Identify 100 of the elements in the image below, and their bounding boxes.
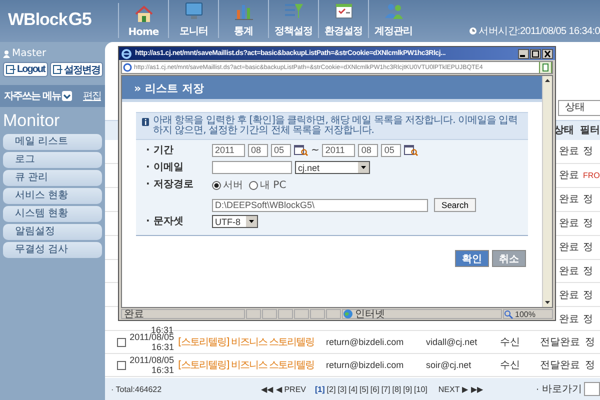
menu-item[interactable]: 무결성 검사 [3, 242, 102, 258]
dialog-heading: » 리스트 저장 [122, 76, 542, 102]
zoom-icon [504, 310, 513, 318]
table-cell-text: 완료 [559, 288, 579, 302]
table-cell-text: 정 [585, 359, 595, 372]
charset-dropdown[interactable]: UTF-8 [212, 215, 258, 228]
server-time: 서버시간:2011/08/05 16:34:0 [478, 25, 600, 38]
browser-icon [121, 48, 132, 59]
page-link[interactable]: [7] [381, 384, 390, 394]
table-cell-text: 완료 [559, 217, 579, 230]
goto-field[interactable] [584, 382, 600, 396]
table-cell-text: 완료 [559, 145, 579, 158]
table-cell-text: 전달완료 [540, 359, 581, 372]
field-label: · 이메일 [145, 161, 184, 175]
table-cell-text: 전달완료 [540, 336, 581, 350]
status-bar-panel [294, 309, 309, 319]
page-link[interactable]: [2] [326, 384, 336, 394]
favorites-label: 자주쓰는 메뉴 [4, 90, 60, 103]
table-cell-text: soir@cj.net [426, 360, 472, 370]
page-link[interactable]: [6] [370, 384, 380, 394]
first-page-link[interactable]: ◀◀ [261, 384, 273, 394]
page-link[interactable]: [4] [348, 384, 358, 394]
last-page-link[interactable]: ▶▶ [470, 384, 483, 394]
settings-button[interactable]: 설정변경 [50, 62, 103, 77]
radio-label: 내 PC [260, 179, 286, 192]
date-field[interactable]: 08 [248, 144, 268, 157]
column-header: 상태 [554, 124, 574, 138]
field-label: · 저장경로 [145, 178, 194, 192]
table-cell-text: 완료 [559, 312, 579, 326]
minimize-icon [518, 48, 529, 58]
field-label: · 문자셋 [145, 215, 184, 229]
table-cell-text: 수신 [500, 336, 521, 350]
scrollbar[interactable] [542, 76, 552, 307]
table-cell-text: 정 [583, 288, 594, 302]
table-cell: FRO [583, 170, 600, 180]
table-cell-text: 정 [583, 241, 594, 254]
table-cell-text: 완료 [559, 193, 579, 206]
zoom-control[interactable]: 100% [503, 309, 553, 319]
date-cell: 2011/08/05 [130, 355, 174, 366]
email-field[interactable] [212, 161, 292, 174]
date-field[interactable]: 08 [358, 144, 378, 157]
date-field[interactable]: 2011 [322, 144, 356, 157]
path-field[interactable]: D:\DEEPSoft\WBlockG5\ [212, 198, 428, 212]
page-link[interactable]: [10] [414, 384, 428, 394]
total-count: · Total:464622 [111, 384, 163, 394]
page-link[interactable]: [9] [403, 384, 412, 394]
calendar-icon [294, 145, 308, 156]
date-field[interactable]: 05 [271, 144, 291, 157]
goto-label: · 바로가기 [536, 383, 582, 396]
domain-dropdown[interactable]: cj.net [295, 161, 370, 174]
status-bar-panel [246, 309, 261, 319]
info-text: 아래 항목을 입력한 후 [확인]을 클릭하면, 해당 메일 목록을 저장합니다. 이메일을 입력하지 않으면, 설정한 기간의 전체 목록을 저장합니다. [153, 116, 519, 136]
status-filter[interactable]: 상태 [558, 100, 600, 116]
table-cell-text: 완료 [559, 169, 579, 182]
door-icon [6, 65, 16, 74]
table-cell-text: 수신 [500, 359, 521, 372]
menu-item[interactable]: 큐 관리 [3, 170, 102, 186]
prev-link[interactable]: ◀ PREV [276, 384, 306, 394]
status-text: 완료 [121, 309, 245, 319]
monitor-icon [182, 0, 204, 22]
door-icon [52, 65, 63, 74]
radio-button[interactable] [249, 180, 258, 190]
table-cell-text: vidall@cj.net [426, 337, 478, 348]
house-icon [132, 3, 154, 25]
date-field[interactable]: 2011 [212, 144, 245, 157]
next-link[interactable]: NEXT ▶ [438, 384, 468, 394]
field-label: · 기간 [145, 144, 174, 158]
menu-item[interactable]: 알림설정 [3, 224, 102, 240]
table-cell-text: 정 [583, 145, 594, 158]
table-cell-text: 정 [583, 264, 594, 278]
time-cell: 16:31 [151, 365, 174, 376]
close-icon [542, 48, 553, 58]
table-cell-text: return@bizdeli.com [326, 360, 405, 370]
range-separator: ~ [311, 145, 320, 156]
menu-item[interactable]: 메일 리스트 [3, 134, 102, 150]
page-link[interactable]: [5] [360, 384, 368, 394]
zone-label: 인터넷 [355, 310, 385, 318]
menu-item[interactable]: 시스템 현황 [3, 206, 102, 222]
menu-item[interactable]: 서비스 현황 [3, 188, 102, 204]
confirm-button[interactable]: 확인 [455, 250, 489, 267]
checkbox[interactable] [117, 338, 126, 347]
page-link[interactable]: [1] [315, 384, 325, 394]
search-button[interactable]: Search [434, 198, 476, 212]
info-icon [142, 118, 149, 126]
logout-button[interactable]: Logout [3, 62, 48, 77]
status-bar-panel [310, 309, 325, 319]
column-header: 필터 [580, 124, 600, 138]
page-link[interactable]: [3] [338, 384, 347, 394]
time-cell: 16:31 [151, 342, 174, 352]
down-arrow-icon [62, 91, 72, 101]
date-field[interactable]: 05 [381, 144, 402, 157]
menu-item[interactable]: 로그 [3, 152, 102, 168]
maximize-icon [530, 48, 541, 58]
page-link[interactable]: [8] [392, 384, 402, 394]
table-cell-text: return@bizdeli.com [326, 337, 405, 348]
radio-button[interactable] [212, 180, 221, 190]
logo: WBlockG5 [8, 9, 92, 30]
checkbox[interactable] [117, 360, 126, 370]
date-cell: 2011/08/05 [130, 332, 174, 342]
table-cell-text: 정 [583, 193, 594, 206]
